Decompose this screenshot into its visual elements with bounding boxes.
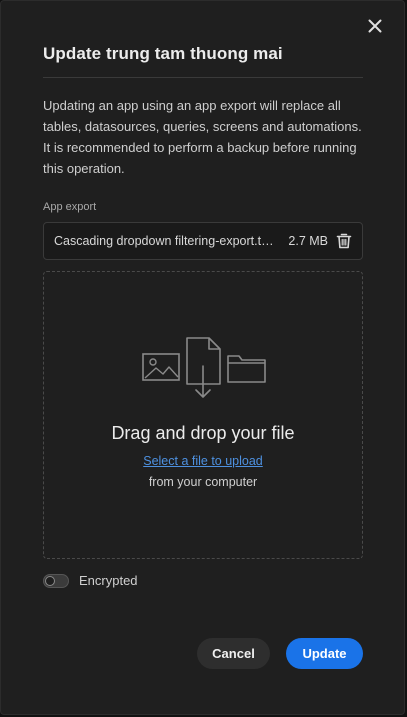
dropzone-title: Drag and drop your file — [111, 423, 295, 443]
file-name: Cascading dropdown filtering-export.tar.… — [54, 234, 279, 248]
select-file-link[interactable]: Select a file to upload — [44, 454, 362, 468]
remove-file-button[interactable] — [336, 232, 352, 250]
selected-file-row: Cascading dropdown filtering-export.tar.… — [43, 222, 363, 260]
close-icon — [368, 19, 382, 33]
encrypted-label: Encrypted — [79, 573, 138, 588]
file-size: 2.7 MB — [288, 234, 328, 248]
update-button[interactable]: Update — [286, 638, 363, 669]
modal-title: Update trung tam thuong mai — [43, 44, 283, 63]
dropzone-illustration — [142, 337, 266, 398]
dropzone-subtext: from your computer — [148, 475, 258, 489]
title-divider — [43, 77, 363, 78]
encrypted-toggle-row: Encrypted — [43, 573, 138, 588]
close-button[interactable] — [366, 17, 384, 35]
modal-description: Updating an app using an app export will… — [43, 98, 362, 176]
toggle-knob — [45, 575, 55, 586]
cancel-button[interactable]: Cancel — [197, 638, 270, 669]
encrypted-toggle[interactable] — [43, 573, 69, 588]
image-icon — [142, 353, 180, 381]
app-export-label: App export — [43, 201, 97, 213]
update-app-modal: Update trung tam thuong mai Updating an … — [0, 0, 405, 715]
folder-icon — [227, 355, 266, 383]
trash-icon — [336, 233, 352, 249]
file-download-icon — [186, 337, 221, 398]
file-dropzone[interactable]: Drag and drop your file Select a file to… — [43, 271, 363, 559]
